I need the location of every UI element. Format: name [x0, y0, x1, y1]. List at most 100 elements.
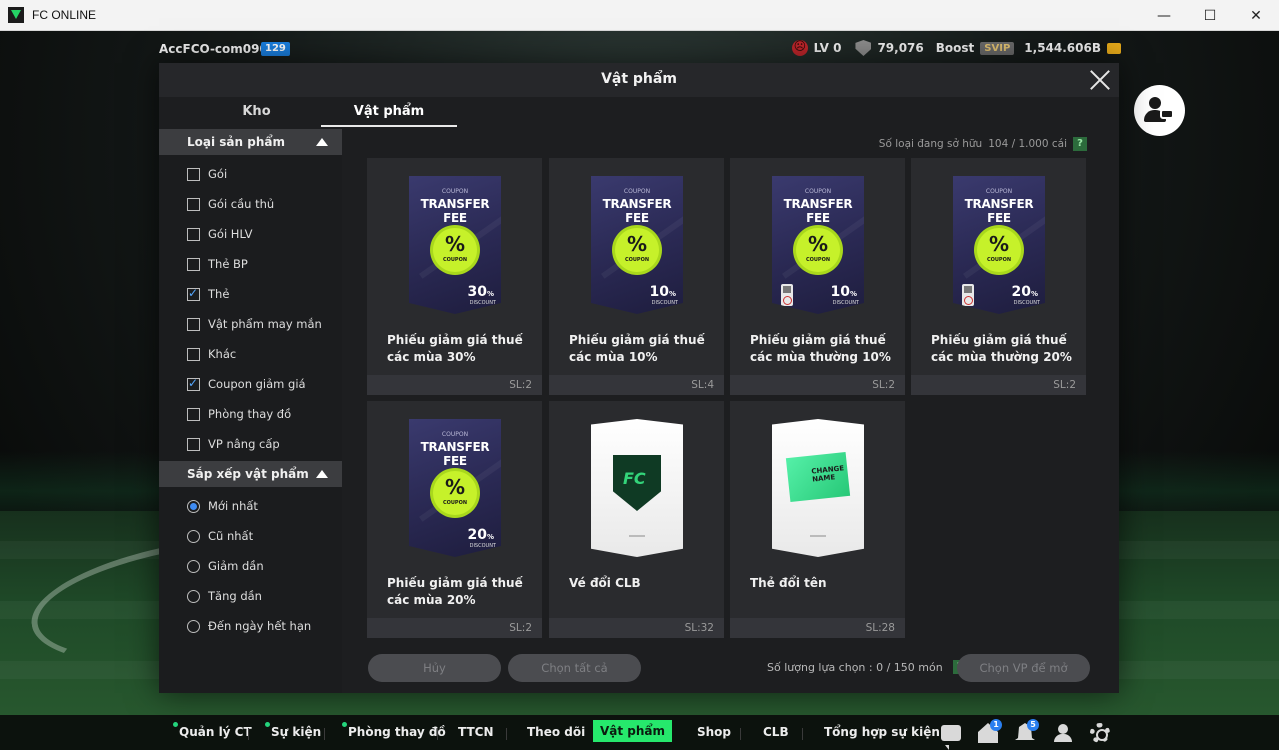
discount-label: DISCOUNT: [1013, 300, 1040, 306]
discount-unit: %: [486, 290, 494, 298]
item-card[interactable]: Vé đổi CLB SL:32: [549, 401, 724, 638]
new-dot-icon: [173, 722, 178, 727]
sort-den-ngay-het-han[interactable]: Đến ngày hết hạn: [187, 616, 311, 636]
checkbox[interactable]: [187, 437, 200, 451]
profile-body-shape: [1054, 734, 1072, 742]
sort-label: Đến ngày hết hạn: [208, 619, 312, 633]
chat-icon[interactable]: [941, 725, 961, 750]
filter-goi[interactable]: Gói: [187, 164, 227, 184]
checkbox-checked[interactable]: [187, 286, 200, 301]
discount-value: 20%: [1012, 284, 1039, 300]
discount-unit: %: [486, 533, 494, 541]
filter-label: Khác: [208, 347, 237, 361]
seal-percent: %: [444, 475, 466, 499]
radio[interactable]: [187, 529, 200, 543]
svip-badge: SVIP: [980, 41, 1015, 55]
checkbox-checked[interactable]: [187, 376, 200, 391]
nav-quan-ly-ct[interactable]: Quản lý CT: [179, 725, 252, 739]
checkbox[interactable]: [187, 167, 200, 181]
friends-chat-button[interactable]: [1134, 85, 1185, 136]
nav-vat-pham-active[interactable]: Vật phẩm: [593, 720, 672, 742]
close-icon[interactable]: [1089, 69, 1111, 91]
item-card[interactable]: CHANGE NAME Thẻ đổi tên SL:28: [730, 401, 905, 638]
cancel-button[interactable]: Hủy: [368, 654, 501, 682]
item-name: Thẻ đổi tên: [750, 576, 827, 590]
filter-goi-hlv[interactable]: Gói HLV: [187, 224, 252, 244]
nav-shop[interactable]: Shop: [697, 725, 731, 739]
nav-theo-doi[interactable]: Theo dõi: [527, 725, 585, 739]
radio[interactable]: [187, 589, 200, 603]
select-all-button[interactable]: Chọn tất cả: [508, 654, 641, 682]
radio[interactable]: [187, 559, 200, 573]
discount-number: 20: [1011, 284, 1031, 300]
filter-khac[interactable]: Khác: [187, 344, 236, 364]
sort-giam-dan[interactable]: Giảm dần: [187, 556, 264, 576]
discount-label: DISCOUNT: [469, 300, 496, 306]
checkbox[interactable]: [187, 257, 200, 271]
club-ticket-image: [591, 419, 683, 557]
coupon-title: TRANSFER FEE: [602, 197, 672, 225]
item-card[interactable]: COUPON TRANSFER FEE % COUPON 10% DISCOUNT…: [549, 158, 724, 395]
change-name-tag-text: CHANGE NAME: [810, 464, 845, 484]
checkbox[interactable]: [187, 347, 200, 361]
minimize-button[interactable]: —: [1141, 0, 1187, 31]
item-card[interactable]: COUPON TRANSFER FEE % COUPON 20% DISCOUNT…: [367, 401, 542, 638]
filter-vat-pham-may-man[interactable]: Vật phẩm may mắn: [187, 314, 322, 334]
help-icon[interactable]: ?: [1073, 137, 1087, 151]
coupon-title: TRANSFER FEE: [783, 197, 853, 225]
settings-gear-icon[interactable]: [1090, 723, 1110, 743]
filter-vp-nang-cap[interactable]: VP nâng cấp: [187, 434, 280, 454]
item-quantity: SL:4: [549, 375, 724, 395]
sort-cu-nhat[interactable]: Cũ nhất: [187, 526, 253, 546]
filter-the-bp[interactable]: Thẻ BP: [187, 254, 248, 274]
sort-moi-nhat[interactable]: Mới nhất: [187, 496, 258, 516]
item-name: Phiếu giảm giá thuế các mùa 20%: [387, 576, 523, 607]
filter-goi-cau-thu[interactable]: Gói cầu thủ: [187, 194, 274, 214]
shield-icon: [855, 40, 872, 56]
profile-icon[interactable]: [1053, 723, 1073, 743]
sort-tang-dan[interactable]: Tăng dần: [187, 586, 262, 606]
filter-phong-thay-do[interactable]: Phòng thay đồ: [187, 404, 291, 424]
notifications-button[interactable]: 5: [1015, 719, 1039, 743]
filter-coupon-giam-gia[interactable]: Coupon giảm giá: [187, 374, 306, 394]
tab-vat-pham[interactable]: Vật phẩm: [321, 97, 457, 127]
nav-ttcn[interactable]: TTCN: [458, 725, 494, 739]
transfer-fee-coupon-image: COUPON TRANSFER FEE % COUPON 10% DISCOUNT: [772, 176, 864, 314]
tab-kho[interactable]: Kho: [219, 97, 294, 127]
open-items-button[interactable]: Chọn VP để mở: [957, 654, 1090, 682]
maximize-button[interactable]: ☐: [1187, 0, 1233, 31]
discount-label: DISCOUNT: [651, 300, 678, 306]
sort-header[interactable]: Sắp xếp vật phẩm: [159, 461, 342, 487]
home-button[interactable]: 1: [978, 719, 1002, 743]
account-level-badge: 129: [261, 42, 290, 56]
checkbox[interactable]: [187, 407, 200, 421]
item-card[interactable]: COUPON TRANSFER FEE % COUPON 10% DISCOUNT…: [730, 158, 905, 395]
discount-label: DISCOUNT: [832, 300, 859, 306]
checkbox[interactable]: [187, 197, 200, 211]
category-header[interactable]: Loại sản phẩm: [159, 129, 342, 155]
filter-the[interactable]: Thẻ: [187, 284, 229, 304]
filter-sidebar: Loại sản phẩm Gói Gói cầu thủ Gói HLV Th…: [159, 129, 342, 693]
coupon-small-label: COUPON: [623, 188, 651, 195]
nav-clb[interactable]: CLB: [763, 725, 789, 739]
nav-su-kien[interactable]: Sự kiện: [271, 725, 321, 739]
checkbox[interactable]: [187, 227, 200, 241]
nav-tong-hop-su-kien[interactable]: Tổng hợp sự kiện: [824, 725, 940, 739]
item-quantity: SL:2: [367, 618, 542, 638]
bottom-nav: Quản lý CT Sự kiện Phòng thay đồ TTCN Th…: [0, 715, 1279, 750]
filter-label: Gói HLV: [208, 227, 253, 241]
radio-selected[interactable]: [187, 499, 200, 513]
item-card[interactable]: COUPON TRANSFER FEE % COUPON 20% DISCOUNT…: [911, 158, 1086, 395]
coupon-title: TRANSFER FEE: [420, 440, 490, 468]
untradeable-lock-icon: [781, 284, 793, 306]
item-card[interactable]: COUPON TRANSFER FEE % COUPON 30% DISCOUNT…: [367, 158, 542, 395]
nav-phong-thay-do[interactable]: Phòng thay đồ: [348, 725, 446, 739]
checkbox[interactable]: [187, 317, 200, 331]
profile-head-shape: [1058, 724, 1068, 734]
nav-divider: [324, 728, 325, 740]
radio[interactable]: [187, 619, 200, 633]
coupon-title: TRANSFER FEE: [964, 197, 1034, 225]
discount-number: 10: [649, 284, 669, 300]
close-window-button[interactable]: ✕: [1233, 0, 1279, 31]
item-quantity: SL:2: [367, 375, 542, 395]
